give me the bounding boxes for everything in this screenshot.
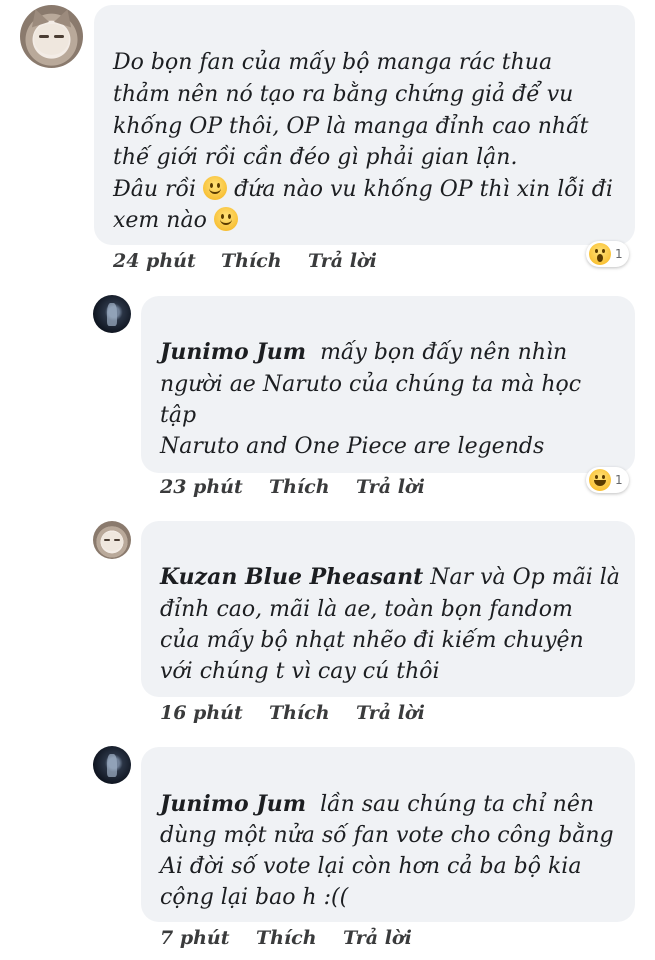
comment-line: cộng lại bao h :(( xyxy=(160,885,349,910)
wow-reaction-icon xyxy=(589,243,611,265)
comment-line: Do bọn fan của mấy bộ manga rác thua xyxy=(113,50,553,75)
reaction-badge[interactable]: 1 xyxy=(586,467,629,493)
comment-text: đứa nào vu khống OP thì xin lỗi đi xyxy=(234,177,613,202)
comment-line: thảm nên nó tạo ra bằng chứng giả để vu xyxy=(113,82,574,107)
timestamp: 23 phút xyxy=(160,476,243,498)
reaction-count: 1 xyxy=(615,473,623,487)
comment-line: thế giới rồi cần đéo gì phải gian lận. xyxy=(113,145,518,170)
comment-text: mấy bọn đấy nên nhìn xyxy=(320,340,568,365)
comment-line: Ai đời số vote lại còn hơn cả ba bộ kia xyxy=(160,854,582,879)
avatar[interactable] xyxy=(93,746,131,784)
reaction-badge[interactable]: 1 xyxy=(586,241,629,267)
comment-line: người ae Naruto của chúng ta mà học xyxy=(160,372,582,397)
comment-author[interactable]: Junimo Jum xyxy=(160,791,306,817)
comment-line: tập xyxy=(160,403,197,428)
comment-line: của mấy bộ nhạt nhẽo đi kiếm chuyện xyxy=(160,628,584,653)
avatar[interactable] xyxy=(93,295,131,333)
comment-line: với chúng t vì cay cú thôi xyxy=(160,659,440,684)
comment-text: xem nào xyxy=(113,208,207,233)
timestamp: 7 phút xyxy=(160,927,230,949)
avatar[interactable] xyxy=(20,5,83,68)
comment-text: Đâu rồi xyxy=(113,177,197,202)
comment-actions: 7 phút Thích Trả lời xyxy=(160,927,460,953)
reply-button[interactable]: Trả lời xyxy=(356,702,425,724)
like-button[interactable]: Thích xyxy=(269,702,330,724)
comment-actions: 23 phút Thích Trả lời xyxy=(160,476,460,502)
reply-button[interactable]: Trả lời xyxy=(308,250,377,272)
comment-text: Nar và Op mãi là xyxy=(430,565,620,590)
timestamp: 24 phút xyxy=(113,250,196,272)
comment-line: Naruto and One Piece are legends xyxy=(160,434,545,459)
like-button[interactable]: Thích xyxy=(221,250,282,272)
like-button[interactable]: Thích xyxy=(269,476,330,498)
reply-button[interactable]: Trả lời xyxy=(356,476,425,498)
comment-line-with-author: Kuzan Blue Pheasant Nar và Op mãi là xyxy=(160,562,620,594)
comment-author[interactable]: Junimo Jum xyxy=(160,339,306,365)
comment-line-with-emoji: xem nào xyxy=(113,205,238,237)
comment-text: lần sau chúng ta chỉ nên xyxy=(320,792,595,817)
comment-line: khống OP thôi, OP là manga đỉnh cao nhất xyxy=(113,114,589,139)
comment-line: đỉnh cao, mãi là ae, toàn bọn fandom xyxy=(160,597,573,622)
avatar[interactable] xyxy=(93,521,131,559)
reply-button[interactable]: Trả lời xyxy=(343,927,412,949)
smiley-icon xyxy=(203,176,228,200)
comment-line-with-author: Junimo Jum lần sau chúng ta chỉ nên xyxy=(160,789,594,821)
comment-actions: 24 phút Thích Trả lời xyxy=(113,250,413,276)
comment-author[interactable]: Kuzan Blue Pheasant xyxy=(160,564,423,590)
comment-line: dùng một nửa số fan vote cho công bằng xyxy=(160,823,614,848)
comment-actions: 16 phút Thích Trả lời xyxy=(160,702,460,728)
timestamp: 16 phút xyxy=(160,702,243,724)
comment-line-with-emoji: Đâu rồi đứa nào vu khống OP thì xin lỗi … xyxy=(113,174,613,206)
comment-line-with-author: Junimo Jum mấy bọn đấy nên nhìn xyxy=(160,337,567,369)
smiley-icon xyxy=(213,207,238,231)
like-button[interactable]: Thích xyxy=(256,927,317,949)
haha-reaction-icon xyxy=(589,469,611,491)
reaction-count: 1 xyxy=(615,247,623,261)
